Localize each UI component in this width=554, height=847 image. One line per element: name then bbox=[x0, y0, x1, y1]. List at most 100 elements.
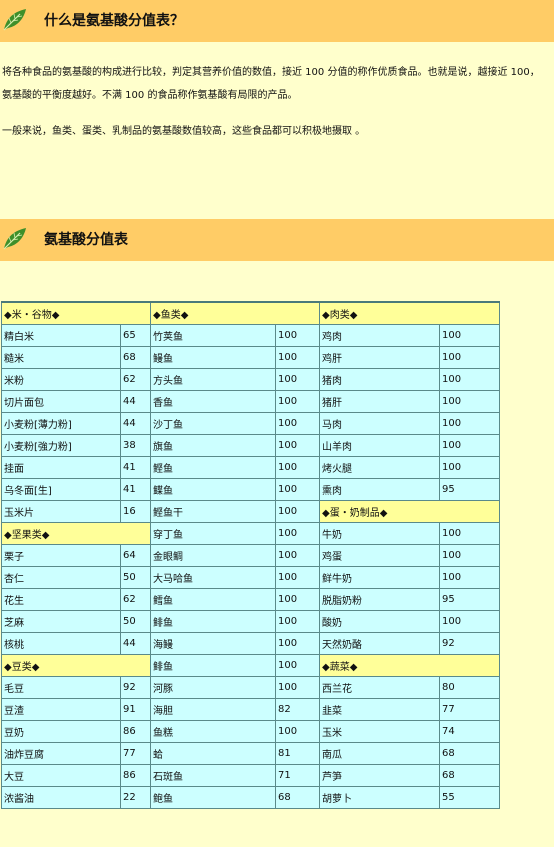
food-name: 鲣鱼 bbox=[150, 456, 277, 479]
score-value: 100 bbox=[275, 478, 321, 501]
leaf-icon bbox=[3, 228, 26, 250]
food-name: 金眼鲷 bbox=[150, 544, 277, 567]
food-name: 天然奶酪 bbox=[319, 632, 441, 655]
table-row: 花生 62 鳕鱼 100 脱脂奶粉 95 bbox=[1, 588, 501, 611]
food-name: 芝麻 bbox=[1, 610, 121, 633]
food-name: 米粉 bbox=[1, 368, 121, 391]
score-value: 68 bbox=[439, 764, 501, 787]
score-value: 68 bbox=[439, 742, 501, 765]
score-value: 100 bbox=[275, 610, 321, 633]
score-value: 44 bbox=[119, 390, 152, 413]
section-title: 什么是氨基酸分值表？ bbox=[44, 13, 184, 29]
table-row: 芝麻 50 鲱鱼 100 酸奶 100 bbox=[1, 610, 501, 633]
food-name: 山羊肉 bbox=[319, 434, 441, 457]
score-value: 95 bbox=[439, 588, 501, 611]
food-name: 香鱼 bbox=[150, 390, 277, 413]
score-value: 100 bbox=[275, 676, 321, 699]
score-value: 100 bbox=[275, 720, 321, 743]
score-value: 91 bbox=[119, 698, 152, 721]
summary-paragraph: 一般来说，鱼类、蛋类、乳制品的氨基酸数值较高，这些食品都可以积极地摄取 。 bbox=[2, 126, 366, 137]
food-name: 海鳗 bbox=[150, 632, 277, 655]
score-value: 100 bbox=[439, 610, 501, 633]
table-row: 精白米 65 竹荚鱼 100 鸡肉 100 bbox=[1, 324, 501, 347]
food-name: 石斑鱼 bbox=[150, 764, 277, 787]
food-name: 玉米 bbox=[319, 720, 441, 743]
food-name: 鲱鱼 bbox=[150, 654, 277, 677]
food-name: 脱脂奶粉 bbox=[319, 588, 441, 611]
food-name: 鳗鱼 bbox=[150, 346, 277, 369]
score-value: 64 bbox=[119, 544, 152, 567]
score-value: 50 bbox=[119, 566, 152, 589]
table-row: ◆豆类◆ 鲱鱼 100 ◆蔬菜◆ bbox=[0, 654, 501, 677]
score-value: 100 bbox=[439, 324, 501, 347]
score-value: 100 bbox=[275, 544, 321, 567]
food-name: 小麦粉[薄力粉] bbox=[1, 412, 121, 435]
table-row: 油炸豆腐 77 蛤 81 南瓜 68 bbox=[1, 742, 501, 765]
food-name: 挂面 bbox=[1, 456, 121, 479]
category-heading: ◆肉类◆ bbox=[319, 301, 501, 325]
score-value: 22 bbox=[119, 786, 152, 809]
category-heading: ◆米・谷物◆ bbox=[0, 301, 152, 325]
food-name: 鲣鱼干 bbox=[150, 500, 277, 523]
score-value: 74 bbox=[439, 720, 501, 743]
score-value: 44 bbox=[119, 412, 152, 435]
food-name: 鲽鱼 bbox=[150, 478, 277, 501]
table-row: 挂面 41 鲣鱼 100 烤火腿 100 bbox=[1, 456, 501, 479]
score-value: 100 bbox=[275, 368, 321, 391]
score-value: 77 bbox=[439, 698, 501, 721]
category-heading: ◆蛋・奶制品◆ bbox=[319, 500, 501, 523]
table-row: 豆渣 91 海胆 82 韭菜 77 bbox=[1, 698, 501, 721]
score-value: 82 bbox=[275, 698, 321, 721]
food-name: 芦笋 bbox=[319, 764, 441, 787]
food-name: 沙丁鱼 bbox=[150, 412, 277, 435]
food-name: 旗鱼 bbox=[150, 434, 277, 457]
food-name: 鸡肝 bbox=[319, 346, 441, 369]
table-row: 乌冬面[生] 41 鲽鱼 100 熏肉 95 bbox=[1, 478, 501, 501]
score-value: 16 bbox=[119, 500, 152, 523]
food-name: 鸡肉 bbox=[319, 324, 441, 347]
food-name: 西兰花 bbox=[319, 676, 441, 699]
food-name: 豆渣 bbox=[1, 698, 121, 721]
table-row: 玉米片 16 鲣鱼干 100 ◆蛋・奶制品◆ bbox=[1, 500, 501, 523]
section-header-score-table: 氨基酸分值表 bbox=[0, 219, 554, 261]
leaf-icon bbox=[3, 9, 26, 31]
score-value: 55 bbox=[439, 786, 501, 809]
food-name: 乌冬面[生] bbox=[1, 478, 121, 501]
food-name: 豆奶 bbox=[1, 720, 121, 743]
score-value: 100 bbox=[439, 434, 501, 457]
food-name: 海胆 bbox=[150, 698, 277, 721]
food-name: 精白米 bbox=[1, 324, 121, 347]
food-name: 鲍鱼 bbox=[150, 786, 277, 809]
score-value: 100 bbox=[439, 412, 501, 435]
amino-acid-score-table: ◆米・谷物◆ ◆鱼类◆ ◆肉类◆ 精白米 65 竹荚鱼 100 鸡肉 100 糙米 68 鳗鱼 100 鸡… bbox=[0, 301, 501, 809]
score-value: 100 bbox=[275, 412, 321, 435]
score-value: 100 bbox=[275, 654, 321, 677]
food-name: 鳕鱼 bbox=[150, 588, 277, 611]
table-row: 毛豆 92 河豚 100 西兰花 80 bbox=[1, 676, 501, 699]
section-header-what-is: 什么是氨基酸分值表？ bbox=[0, 0, 554, 42]
table-row: 豆奶 86 鱼糕 100 玉米 74 bbox=[1, 720, 501, 743]
score-value: 100 bbox=[275, 456, 321, 479]
table-row: 切片面包 44 香鱼 100 猪肝 100 bbox=[1, 390, 501, 413]
category-heading: ◆坚果类◆ bbox=[0, 522, 152, 545]
score-value: 77 bbox=[119, 742, 152, 765]
food-name: 糙米 bbox=[1, 346, 121, 369]
score-value: 100 bbox=[439, 456, 501, 479]
food-name: 胡萝卜 bbox=[319, 786, 441, 809]
food-name: 穿丁鱼 bbox=[150, 522, 277, 545]
table-row: 小麦粉[強力粉] 38 旗鱼 100 山羊肉 100 bbox=[1, 434, 501, 457]
score-value: 50 bbox=[119, 610, 152, 633]
food-name: 花生 bbox=[1, 588, 121, 611]
score-value: 100 bbox=[275, 632, 321, 655]
score-value: 81 bbox=[275, 742, 321, 765]
category-heading: ◆鱼类◆ bbox=[150, 301, 321, 325]
food-name: 毛豆 bbox=[1, 676, 121, 699]
table-row: 米粉 62 方头鱼 100 猪肉 100 bbox=[1, 368, 501, 391]
table-row: 杏仁 50 大马哈鱼 100 鲜牛奶 100 bbox=[1, 566, 501, 589]
score-value: 100 bbox=[439, 390, 501, 413]
intro-paragraph: 将各种食品的氨基酸的构成进行比较，判定其营养价值的数值，接近 100 分值的称作… bbox=[2, 67, 540, 101]
food-name: 栗子 bbox=[1, 544, 121, 567]
food-name: 竹荚鱼 bbox=[150, 324, 277, 347]
food-name: 核桃 bbox=[1, 632, 121, 655]
score-value: 100 bbox=[275, 390, 321, 413]
